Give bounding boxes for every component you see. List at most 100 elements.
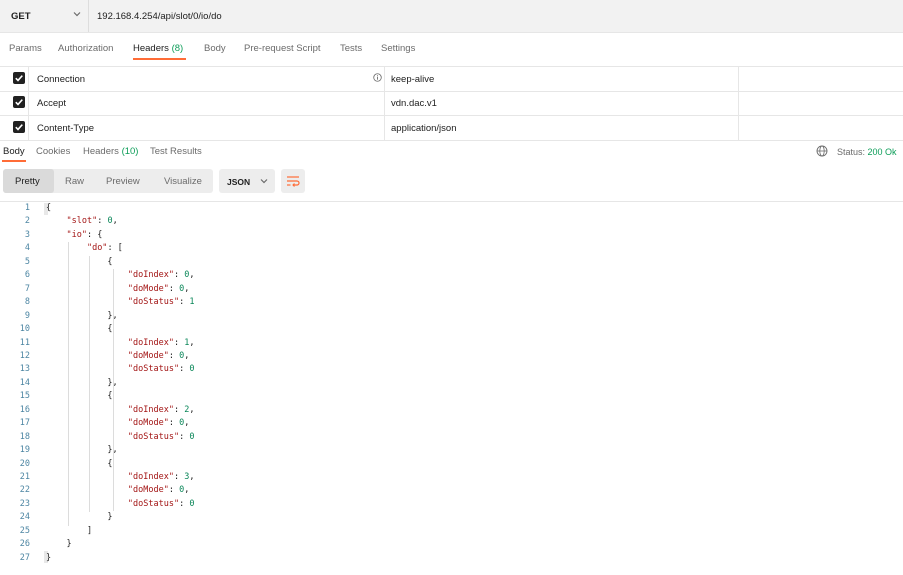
line-number: 22 bbox=[19, 485, 30, 496]
line-number: 16 bbox=[19, 404, 30, 415]
chevron-down-icon bbox=[260, 179, 268, 184]
method-select[interactable]: GET bbox=[0, 0, 89, 32]
line-number: 23 bbox=[19, 498, 30, 509]
active-tab-indicator bbox=[133, 58, 186, 60]
tab-authorization[interactable]: Authorization bbox=[58, 43, 113, 54]
header-checkbox[interactable] bbox=[13, 121, 25, 133]
code-line: "doIndex": 1, bbox=[127, 337, 195, 348]
tab-params[interactable]: Params bbox=[9, 43, 42, 54]
info-icon[interactable] bbox=[373, 73, 382, 82]
url-input[interactable]: 192.168.4.254/api/slot/0/io/do bbox=[97, 11, 222, 22]
tab-response-headers-label: Headers bbox=[83, 146, 119, 157]
line-number: 17 bbox=[19, 418, 30, 429]
status-value: 200 Ok bbox=[867, 147, 897, 157]
code-line: "doIndex": 0, bbox=[127, 270, 195, 281]
line-number: 5 bbox=[24, 256, 30, 267]
code-line: "doIndex": 2, bbox=[127, 404, 195, 415]
response-toolbar: Pretty Raw Preview Visualize JSON bbox=[0, 169, 903, 195]
line-number: 3 bbox=[24, 229, 30, 240]
wrap-lines-button[interactable] bbox=[281, 169, 305, 193]
code-line: { bbox=[46, 458, 113, 469]
line-number: 11 bbox=[19, 337, 30, 348]
line-number: 12 bbox=[19, 350, 30, 361]
response-tabs: Body Cookies Headers (10) Test Results bbox=[0, 141, 903, 163]
tab-cookies[interactable]: Cookies bbox=[36, 146, 70, 157]
mode-visualize[interactable]: Visualize bbox=[164, 176, 202, 187]
code-line: "doIndex": 3, bbox=[127, 472, 195, 482]
line-number: 8 bbox=[24, 297, 30, 308]
code-line: "do": [ bbox=[86, 243, 123, 254]
code-line: { bbox=[46, 324, 113, 335]
code-line: { bbox=[46, 391, 113, 402]
header-checkbox[interactable] bbox=[13, 72, 25, 84]
tab-response-body[interactable]: Body bbox=[3, 146, 25, 157]
code-line: "doStatus": 0 bbox=[127, 364, 195, 375]
format-label: JSON bbox=[227, 177, 251, 187]
code-line: } bbox=[46, 512, 113, 523]
tab-headers-count: (8) bbox=[171, 43, 184, 54]
chevron-down-icon bbox=[73, 12, 81, 17]
line-number: 14 bbox=[19, 377, 30, 388]
tab-headers[interactable]: Headers (8) bbox=[133, 43, 183, 54]
line-number: 9 bbox=[24, 310, 30, 321]
mode-pretty[interactable]: Pretty bbox=[15, 176, 40, 187]
line-number: 2 bbox=[24, 216, 30, 227]
format-select[interactable]: JSON bbox=[219, 169, 275, 193]
line-number: 27 bbox=[19, 552, 30, 563]
code-line: "doMode": 0, bbox=[127, 418, 190, 429]
code-line: } bbox=[46, 552, 52, 563]
tab-body[interactable]: Body bbox=[204, 43, 226, 54]
header-row: Connection keep-alive bbox=[0, 66, 903, 92]
header-value[interactable]: vdn.dac.v1 bbox=[391, 98, 437, 109]
checkmark-icon bbox=[15, 99, 23, 106]
tab-response-headers[interactable]: Headers (10) bbox=[83, 146, 138, 157]
response-body-editor[interactable]: 1 2 3 4 5 6 7 8 9 10 11 12 13 14 15 16 17 18 19 20 21 22 23 24 2… bbox=[0, 202, 903, 575]
view-mode-segment: Pretty Raw Preview Visualize bbox=[3, 169, 213, 193]
line-number: 21 bbox=[19, 472, 30, 482]
code-line: { bbox=[46, 203, 52, 213]
request-url-bar: GET 192.168.4.254/api/slot/0/io/do bbox=[0, 0, 903, 33]
code-line: ] bbox=[46, 525, 93, 536]
code-line: "doStatus": 1 bbox=[127, 297, 195, 308]
header-checkbox[interactable] bbox=[13, 96, 25, 108]
header-value[interactable]: keep-alive bbox=[391, 74, 434, 85]
line-number: 6 bbox=[24, 270, 30, 281]
response-status: Status: 200 Ok bbox=[837, 147, 897, 157]
header-key[interactable]: Connection bbox=[37, 74, 85, 85]
tab-settings[interactable]: Settings bbox=[381, 43, 415, 54]
code-line: }, bbox=[46, 310, 118, 321]
globe-icon[interactable] bbox=[816, 145, 828, 157]
tab-pre-request-script[interactable]: Pre-request Script bbox=[244, 43, 321, 54]
line-number: 15 bbox=[19, 391, 30, 402]
line-number: 4 bbox=[24, 243, 30, 254]
tab-test-results[interactable]: Test Results bbox=[150, 146, 202, 157]
tab-headers-label: Headers bbox=[133, 43, 169, 54]
header-row: Accept vdn.dac.v1 bbox=[0, 91, 903, 116]
line-number: 25 bbox=[19, 525, 30, 536]
line-number: 10 bbox=[19, 324, 30, 335]
tab-response-headers-count: (10) bbox=[121, 146, 139, 157]
line-number: 24 bbox=[19, 512, 30, 523]
code-line: "doStatus": 0 bbox=[127, 431, 195, 442]
line-number: 7 bbox=[24, 283, 30, 294]
active-tab-indicator bbox=[2, 160, 26, 162]
wrap-lines-icon bbox=[287, 176, 300, 187]
mode-preview[interactable]: Preview bbox=[106, 176, 140, 187]
code-line: { bbox=[46, 256, 113, 267]
line-number: 13 bbox=[19, 364, 30, 375]
line-number: 1 bbox=[24, 203, 30, 213]
code-line: "doMode": 0, bbox=[127, 283, 190, 294]
code-line: }, bbox=[46, 377, 118, 388]
header-key[interactable]: Content-Type bbox=[37, 123, 94, 134]
code-line: }, bbox=[46, 445, 118, 456]
code-line: } bbox=[46, 539, 72, 550]
tab-tests[interactable]: Tests bbox=[340, 43, 362, 54]
mode-raw[interactable]: Raw bbox=[65, 176, 84, 187]
header-value[interactable]: application/json bbox=[391, 123, 457, 134]
header-key[interactable]: Accept bbox=[37, 98, 66, 109]
checkmark-icon bbox=[15, 124, 23, 131]
code-line: "doMode": 0, bbox=[127, 350, 190, 361]
checkmark-icon bbox=[15, 75, 23, 82]
line-number: 26 bbox=[19, 539, 30, 550]
line-number: 19 bbox=[19, 445, 30, 456]
